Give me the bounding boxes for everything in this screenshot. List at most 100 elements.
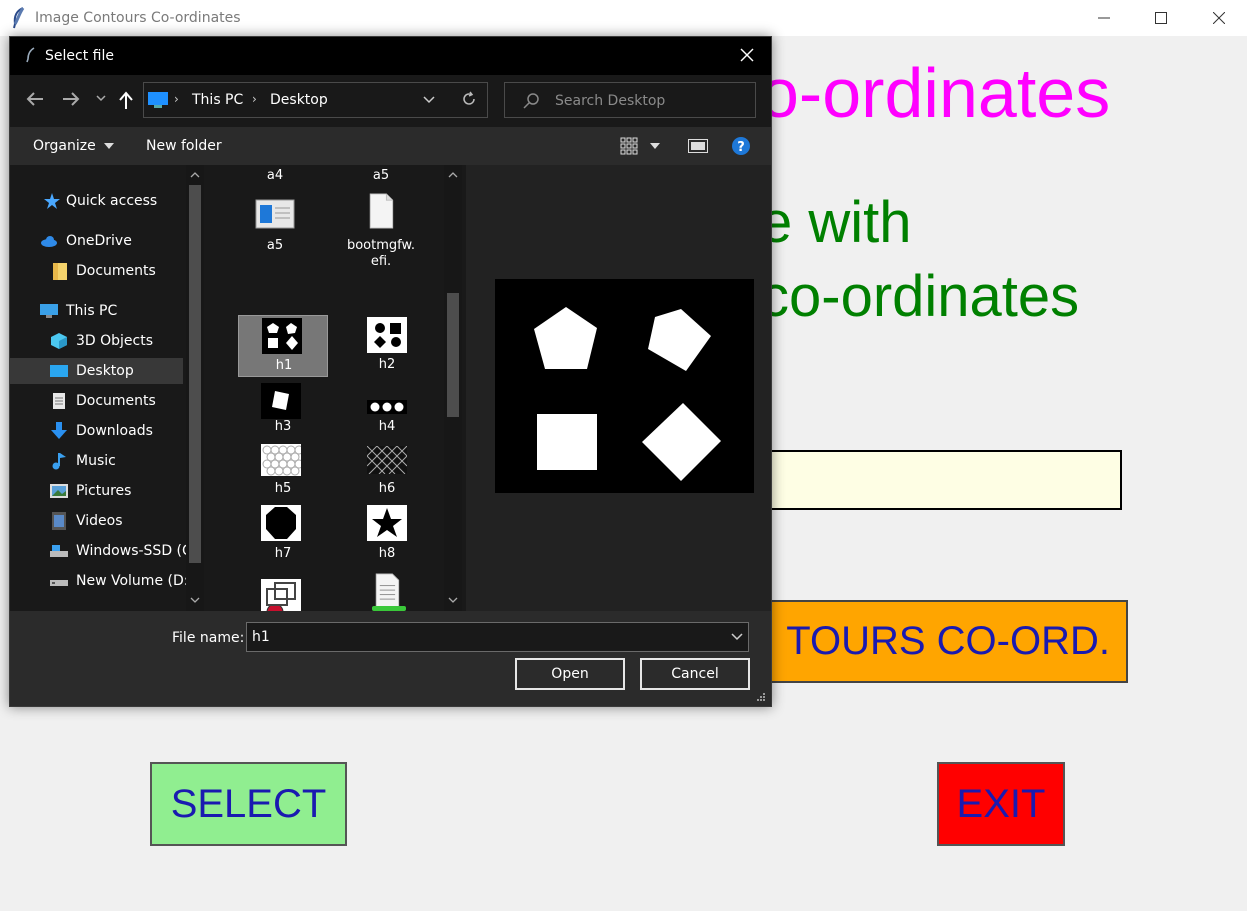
file-name-value: h1 bbox=[252, 629, 270, 645]
file-item-h7[interactable]: h7 bbox=[238, 505, 328, 565]
nav-item-pictures[interactable]: Pictures bbox=[10, 478, 183, 504]
dialog-close-icon[interactable] bbox=[740, 48, 754, 62]
nav-item-onedrive[interactable]: OneDrive bbox=[10, 228, 183, 254]
subheading-line-1: e with bbox=[760, 190, 912, 255]
desktop-icon bbox=[50, 365, 68, 377]
file-list-scrollbar[interactable] bbox=[444, 165, 462, 611]
image-thumbnail-icon bbox=[367, 400, 407, 414]
nav-item-downloads[interactable]: Downloads bbox=[10, 418, 183, 444]
nav-item-videos[interactable]: Videos bbox=[10, 508, 183, 534]
image-thumbnail-icon bbox=[367, 446, 407, 474]
view-options-chevron-icon[interactable] bbox=[650, 143, 660, 149]
image-preview bbox=[495, 279, 754, 493]
scroll-down-icon[interactable] bbox=[190, 597, 200, 604]
main-heading: o-ordinates bbox=[760, 54, 1111, 132]
maximize-icon bbox=[1155, 12, 1167, 24]
search-input[interactable]: Search Desktop bbox=[504, 82, 756, 118]
feather-icon bbox=[26, 47, 35, 63]
file-item-h4[interactable]: h4 bbox=[342, 381, 432, 437]
cancel-button[interactable]: Cancel bbox=[640, 658, 750, 690]
new-folder-button[interactable]: New folder bbox=[146, 138, 222, 154]
file-name-input[interactable]: h1 bbox=[246, 622, 749, 652]
nav-item-onedrive-documents[interactable]: Documents bbox=[10, 258, 183, 284]
refresh-icon[interactable] bbox=[461, 91, 477, 107]
nav-item-windows-ssd[interactable]: Windows-SSD (C bbox=[10, 538, 192, 564]
help-icon[interactable]: ? bbox=[732, 137, 750, 155]
window-title: Image Contours Co-ordinates bbox=[35, 10, 241, 26]
scrollbar-thumb[interactable] bbox=[447, 293, 459, 417]
minimize-icon bbox=[1098, 17, 1110, 19]
scrollbar-thumb[interactable] bbox=[189, 185, 201, 563]
nav-item-3d-objects[interactable]: 3D Objects bbox=[10, 328, 183, 354]
star-icon bbox=[44, 193, 60, 209]
image-thumbnail-icon bbox=[261, 505, 301, 541]
image-thumbnail-icon bbox=[367, 317, 407, 353]
breadcrumb-this-pc[interactable]: This PC bbox=[192, 92, 243, 108]
file-name-label: File name: bbox=[172, 630, 245, 646]
file-item-a4[interactable]: a4 bbox=[230, 165, 320, 185]
nav-item-quick-access[interactable]: Quick access bbox=[10, 188, 183, 214]
resize-grip-icon[interactable] bbox=[756, 692, 766, 702]
search-icon bbox=[523, 93, 539, 109]
open-button[interactable]: Open bbox=[515, 658, 625, 690]
image-thumbnail-icon bbox=[262, 318, 302, 354]
main-titlebar: Image Contours Co-ordinates bbox=[0, 0, 1247, 36]
breadcrumb-separator-icon: › bbox=[252, 92, 257, 106]
file-item-h1[interactable]: h1 bbox=[238, 315, 328, 377]
chevron-down-icon[interactable] bbox=[731, 633, 743, 641]
file-item-bootmgfw[interactable]: bootmgfw. efi. bbox=[336, 193, 426, 273]
file-item-h2[interactable]: h2 bbox=[342, 315, 432, 377]
minimize-button[interactable] bbox=[1081, 0, 1127, 36]
file-item-a5[interactable]: a5 bbox=[230, 193, 320, 255]
scroll-up-icon[interactable] bbox=[190, 171, 200, 178]
maximize-button[interactable] bbox=[1138, 0, 1184, 36]
image-thumbnail-icon bbox=[367, 505, 407, 541]
navigation-scrollbar[interactable] bbox=[186, 165, 204, 611]
computer-icon bbox=[40, 304, 58, 318]
file-item-h6[interactable]: h6 bbox=[342, 444, 432, 500]
drive-icon bbox=[50, 545, 68, 557]
dialog-toolbar: Organize New folder ? bbox=[10, 127, 771, 165]
organize-button[interactable]: Organize bbox=[33, 138, 115, 154]
nav-item-new-volume[interactable]: New Volume (D: bbox=[10, 568, 188, 594]
feather-icon bbox=[13, 7, 25, 29]
forward-arrow-icon[interactable] bbox=[62, 91, 80, 107]
cloud-icon bbox=[41, 236, 57, 247]
file-item-h8[interactable]: h8 bbox=[342, 505, 432, 565]
up-arrow-icon[interactable] bbox=[118, 91, 134, 109]
folder-icon bbox=[53, 263, 67, 280]
close-icon bbox=[1213, 12, 1225, 24]
download-icon bbox=[51, 422, 67, 439]
breadcrumb-separator-icon: › bbox=[174, 92, 179, 106]
scroll-up-icon[interactable] bbox=[448, 171, 458, 178]
computer-icon bbox=[148, 92, 168, 108]
subheading-line-2: co-ordinates bbox=[760, 263, 1080, 329]
preview-pane-icon[interactable] bbox=[688, 139, 708, 153]
file-item-a5-top[interactable]: a5 bbox=[336, 165, 426, 185]
close-button[interactable] bbox=[1196, 0, 1242, 36]
get-contours-button[interactable]: TOURS CO-ORD. bbox=[760, 600, 1128, 683]
path-entry[interactable] bbox=[760, 450, 1122, 510]
nav-item-this-pc[interactable]: This PC bbox=[10, 298, 183, 324]
music-icon bbox=[52, 453, 66, 470]
address-bar[interactable]: › This PC › Desktop bbox=[143, 82, 488, 118]
recent-locations-chevron-icon[interactable] bbox=[96, 95, 106, 103]
exit-button[interactable]: EXIT bbox=[937, 762, 1065, 846]
nav-item-desktop[interactable]: Desktop bbox=[10, 358, 183, 384]
nav-item-music[interactable]: Music bbox=[10, 448, 183, 474]
file-item-h5[interactable]: h5 bbox=[238, 444, 328, 500]
scroll-down-icon[interactable] bbox=[448, 597, 458, 604]
breadcrumb-desktop[interactable]: Desktop bbox=[270, 92, 328, 108]
select-button[interactable]: SELECT bbox=[150, 762, 347, 846]
text-file-icon bbox=[375, 573, 400, 609]
pictures-icon bbox=[50, 484, 68, 498]
nav-item-documents[interactable]: Documents bbox=[10, 388, 183, 414]
file-list-pane: a4 a5 a5 bootmgfw. efi. h1 h2 h3 h4 h5 h… bbox=[207, 165, 463, 611]
back-arrow-icon[interactable] bbox=[26, 91, 44, 107]
file-icon bbox=[369, 193, 394, 229]
view-grid-icon[interactable] bbox=[620, 137, 638, 155]
file-item-h3[interactable]: h3 bbox=[238, 381, 328, 437]
preview-pane bbox=[466, 165, 771, 611]
chevron-down-icon[interactable] bbox=[423, 96, 435, 104]
video-icon bbox=[52, 512, 66, 530]
